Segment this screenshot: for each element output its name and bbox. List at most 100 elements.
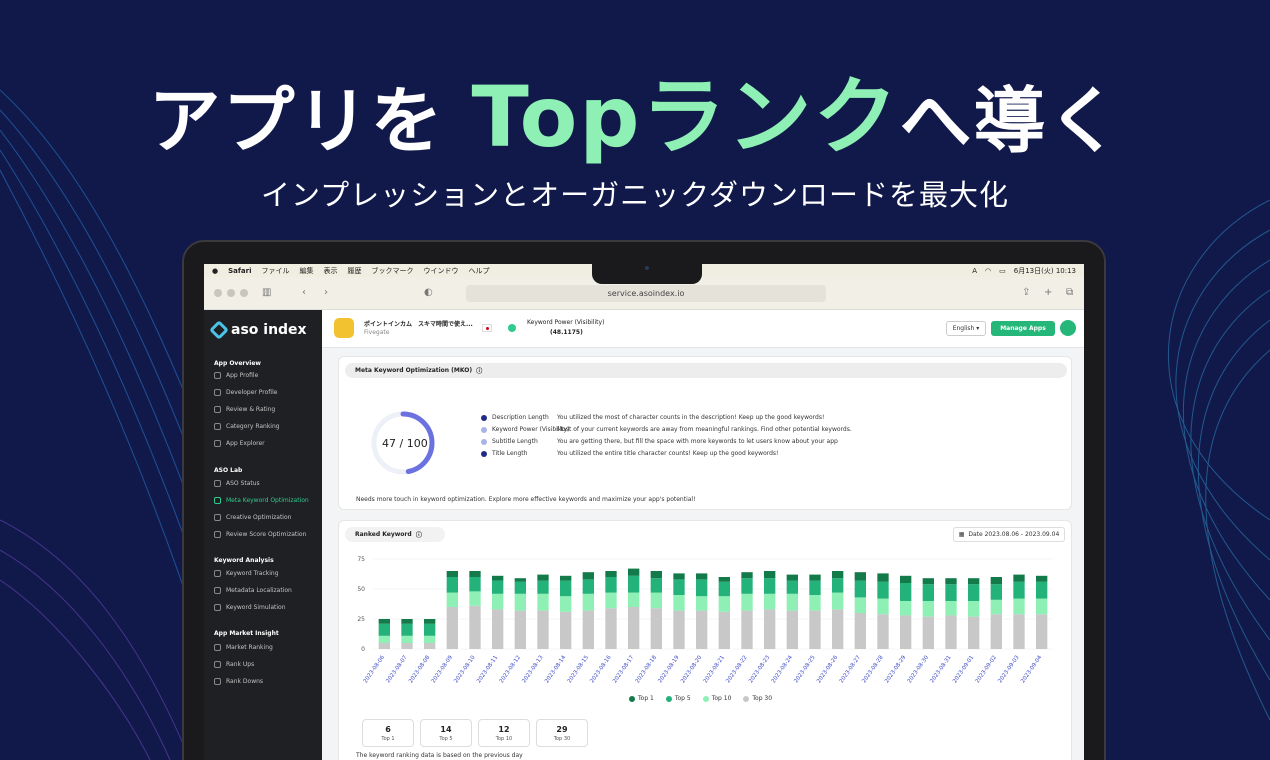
keyword-power-value: (48.1175) <box>550 329 583 336</box>
bar-segment <box>900 583 912 601</box>
x-tick-label: 2023-08-20 <box>680 654 704 684</box>
back-arrow-icon[interactable]: ‹ <box>302 287 306 298</box>
user-avatar[interactable] <box>1060 320 1076 336</box>
close-window-button[interactable] <box>214 289 222 297</box>
legend-item-top10[interactable]: Top 10 <box>702 695 731 702</box>
menu-history[interactable]: 履歴 <box>348 266 362 276</box>
mko-title: Meta Keyword Optimization (MKO) <box>355 367 473 374</box>
sidebar-item-aso-status[interactable]: ASO Status <box>214 480 260 487</box>
sidebar-item-market-ranking[interactable]: Market Ranking <box>214 644 273 651</box>
stat-card-top1[interactable]: 6 Top 1 <box>362 719 414 747</box>
sidebar-item-app-profile[interactable]: App Profile <box>214 372 258 379</box>
stat-label: Top 1 <box>381 736 395 742</box>
bar-segment <box>809 610 821 649</box>
mko-line-subtitle: Subtitle Length You are getting there, bu… <box>481 438 838 445</box>
x-tick-label: 2023-08-07 <box>385 654 409 684</box>
bar-segment <box>809 595 821 611</box>
laptop-screen: ● Safari ファイル 編集 表示 履歴 ブックマーク ウインドウ ヘルプ … <box>204 264 1084 760</box>
home-icon <box>214 372 221 379</box>
sidebar-item-category-ranking[interactable]: Category Ranking <box>214 423 280 430</box>
x-tick-label: 2023-08-12 <box>499 655 522 685</box>
input-source-icon[interactable]: A <box>972 267 977 275</box>
x-tick-label: 2023-08-19 <box>657 654 681 684</box>
sidebar-item-review-rating[interactable]: Review & Rating <box>214 406 275 413</box>
bar-segment <box>514 581 526 594</box>
info-icon[interactable]: ⓘ <box>476 366 482 375</box>
bar-segment <box>968 616 980 649</box>
sidebar-item-label: Review & Rating <box>226 406 276 413</box>
menu-bookmarks[interactable]: ブックマーク <box>372 266 414 276</box>
bar-segment <box>582 579 594 594</box>
tabs-overview-icon[interactable]: ⧉ <box>1066 287 1073 298</box>
mko-line-text: You utilized the most of character count… <box>557 414 825 421</box>
menu-file[interactable]: ファイル <box>262 266 290 276</box>
ranked-keyword-card: Ranked Keyword ⓘ ▦ Date 2023.08.06 - 202… <box>338 520 1072 760</box>
stat-card-top5[interactable]: 14 Top 5 <box>420 719 472 747</box>
manage-apps-button[interactable]: Manage Apps <box>991 321 1055 336</box>
japan-flag-icon[interactable] <box>482 324 492 332</box>
aso-index-logo[interactable]: aso index <box>209 320 307 340</box>
sidebar-item-keyword-tracking[interactable]: Keyword Tracking <box>214 570 279 577</box>
stat-card-top30[interactable]: 29 Top 30 <box>536 719 588 747</box>
share-icon[interactable]: ⇪ <box>1022 287 1030 298</box>
bar-segment <box>922 616 934 649</box>
menu-help[interactable]: ヘルプ <box>469 266 490 276</box>
menu-safari[interactable]: Safari <box>228 267 251 275</box>
bar-segment <box>492 575 504 581</box>
wifi-icon[interactable]: ◠ <box>985 267 991 275</box>
bar-segment <box>469 577 481 592</box>
new-tab-icon[interactable]: + <box>1044 287 1052 298</box>
battery-icon[interactable]: ▭ <box>999 267 1006 275</box>
bar-segment <box>560 580 572 597</box>
bar-segment <box>696 573 708 580</box>
sidebar-item-keyword-simulation[interactable]: Keyword Simulation <box>214 604 286 611</box>
section-title-keyword-analysis: Keyword Analysis <box>214 557 274 564</box>
bar-segment <box>718 596 730 612</box>
address-bar[interactable]: service.asoindex.io <box>466 285 826 302</box>
app-icon[interactable] <box>334 318 354 338</box>
clock-text[interactable]: 6月13日(火) 10:13 <box>1014 266 1076 276</box>
bar-segment <box>786 580 798 594</box>
sidebar-item-review-score-optimization[interactable]: Review Score Optimization <box>214 531 306 538</box>
minimize-window-button[interactable] <box>227 289 235 297</box>
date-range-picker[interactable]: ▦ Date 2023.08.06 - 2023.09.04 <box>953 527 1065 542</box>
y-tick-label: 75 <box>357 556 365 563</box>
mko-line-name: Keyword Power (Visibility) <box>492 426 570 433</box>
info-icon[interactable]: ⓘ <box>416 530 422 539</box>
menu-edit[interactable]: 編集 <box>300 266 314 276</box>
sidebar-item-rank-downs[interactable]: Rank Downs <box>214 678 263 685</box>
stat-value: 14 <box>440 725 452 734</box>
sidebar-item-app-explorer[interactable]: App Explorer <box>214 440 265 447</box>
sidebar-item-rank-ups[interactable]: Rank Ups <box>214 661 254 668</box>
bar-segment <box>696 579 708 597</box>
language-select[interactable]: English ▾ <box>946 321 986 336</box>
mko-line-text: You utilized the entire title character … <box>557 450 779 457</box>
sidebar-toggle-icon[interactable]: ▥ <box>262 287 271 298</box>
bar-segment <box>424 635 436 643</box>
mko-line-description: Description Length You utilized the most … <box>481 414 824 421</box>
sidebar-item-creative-optimization[interactable]: Creative Optimization <box>214 514 291 521</box>
bar-segment <box>378 623 390 636</box>
legend-item-top5[interactable]: Top 5 <box>665 695 691 702</box>
sidebar-item-developer-profile[interactable]: Developer Profile <box>214 389 277 396</box>
zoom-window-button[interactable] <box>240 289 248 297</box>
forward-arrow-icon[interactable]: › <box>324 287 328 298</box>
x-tick-label: 2023-08-26 <box>816 654 840 684</box>
stat-card-top10[interactable]: 12 Top 10 <box>478 719 530 747</box>
privacy-icon[interactable]: ◐ <box>424 287 433 298</box>
bar-segment <box>673 579 685 595</box>
legend-item-top1[interactable]: Top 1 <box>629 695 654 702</box>
bar-segment <box>537 580 549 594</box>
legend-item-top30[interactable]: Top 30 <box>743 695 772 702</box>
mko-line-text: Most of your current keywords are away f… <box>557 426 852 433</box>
sidebar-item-meta-keyword-optimization[interactable]: Meta Keyword Optimization <box>214 497 309 504</box>
bar-segment <box>401 635 413 643</box>
sidebar-item-metadata-localization[interactable]: Metadata Localization <box>214 587 292 594</box>
mko-line-name: Title Length <box>492 450 528 457</box>
bar-segment <box>832 592 844 610</box>
apple-icon[interactable]: ● <box>212 267 218 275</box>
menu-window[interactable]: ウインドウ <box>424 266 459 276</box>
status-dot-icon <box>481 438 487 445</box>
y-tick-label: 25 <box>357 616 365 623</box>
menu-view[interactable]: 表示 <box>324 266 338 276</box>
